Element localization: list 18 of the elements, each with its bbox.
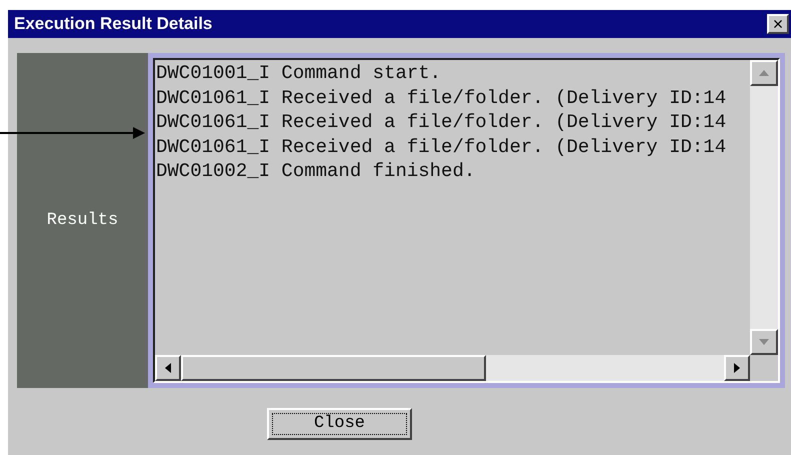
log-line: DWC01001_I Command start. <box>156 61 442 86</box>
side-label: Results <box>46 210 118 232</box>
scroll-thumb[interactable] <box>181 355 486 381</box>
scroll-left-button[interactable] <box>155 355 181 381</box>
scroll-down-button[interactable] <box>750 329 778 355</box>
right-triangle-icon <box>734 363 740 373</box>
scroll-right-button[interactable] <box>724 355 750 381</box>
close-dialog-button[interactable]: Close <box>267 408 412 440</box>
scroll-up-button[interactable] <box>750 60 778 86</box>
log-line: DWC01002_I Command finished. <box>156 159 476 184</box>
log-line: DWC01061_I Received a file/folder. (Delivery ID:14 <box>156 110 728 134</box>
log-line: DWC01061_I Received a file/folder. (Delivery ID:14 <box>156 86 728 110</box>
left-triangle-icon <box>165 363 171 373</box>
up-triangle-icon <box>759 70 769 76</box>
close-button[interactable]: × <box>767 14 789 34</box>
window-title: Execution Result Details <box>14 13 212 36</box>
down-triangle-icon <box>759 339 769 345</box>
log-line: DWC01061_I Received a file/folder. (Delivery ID:14 <box>156 134 728 159</box>
